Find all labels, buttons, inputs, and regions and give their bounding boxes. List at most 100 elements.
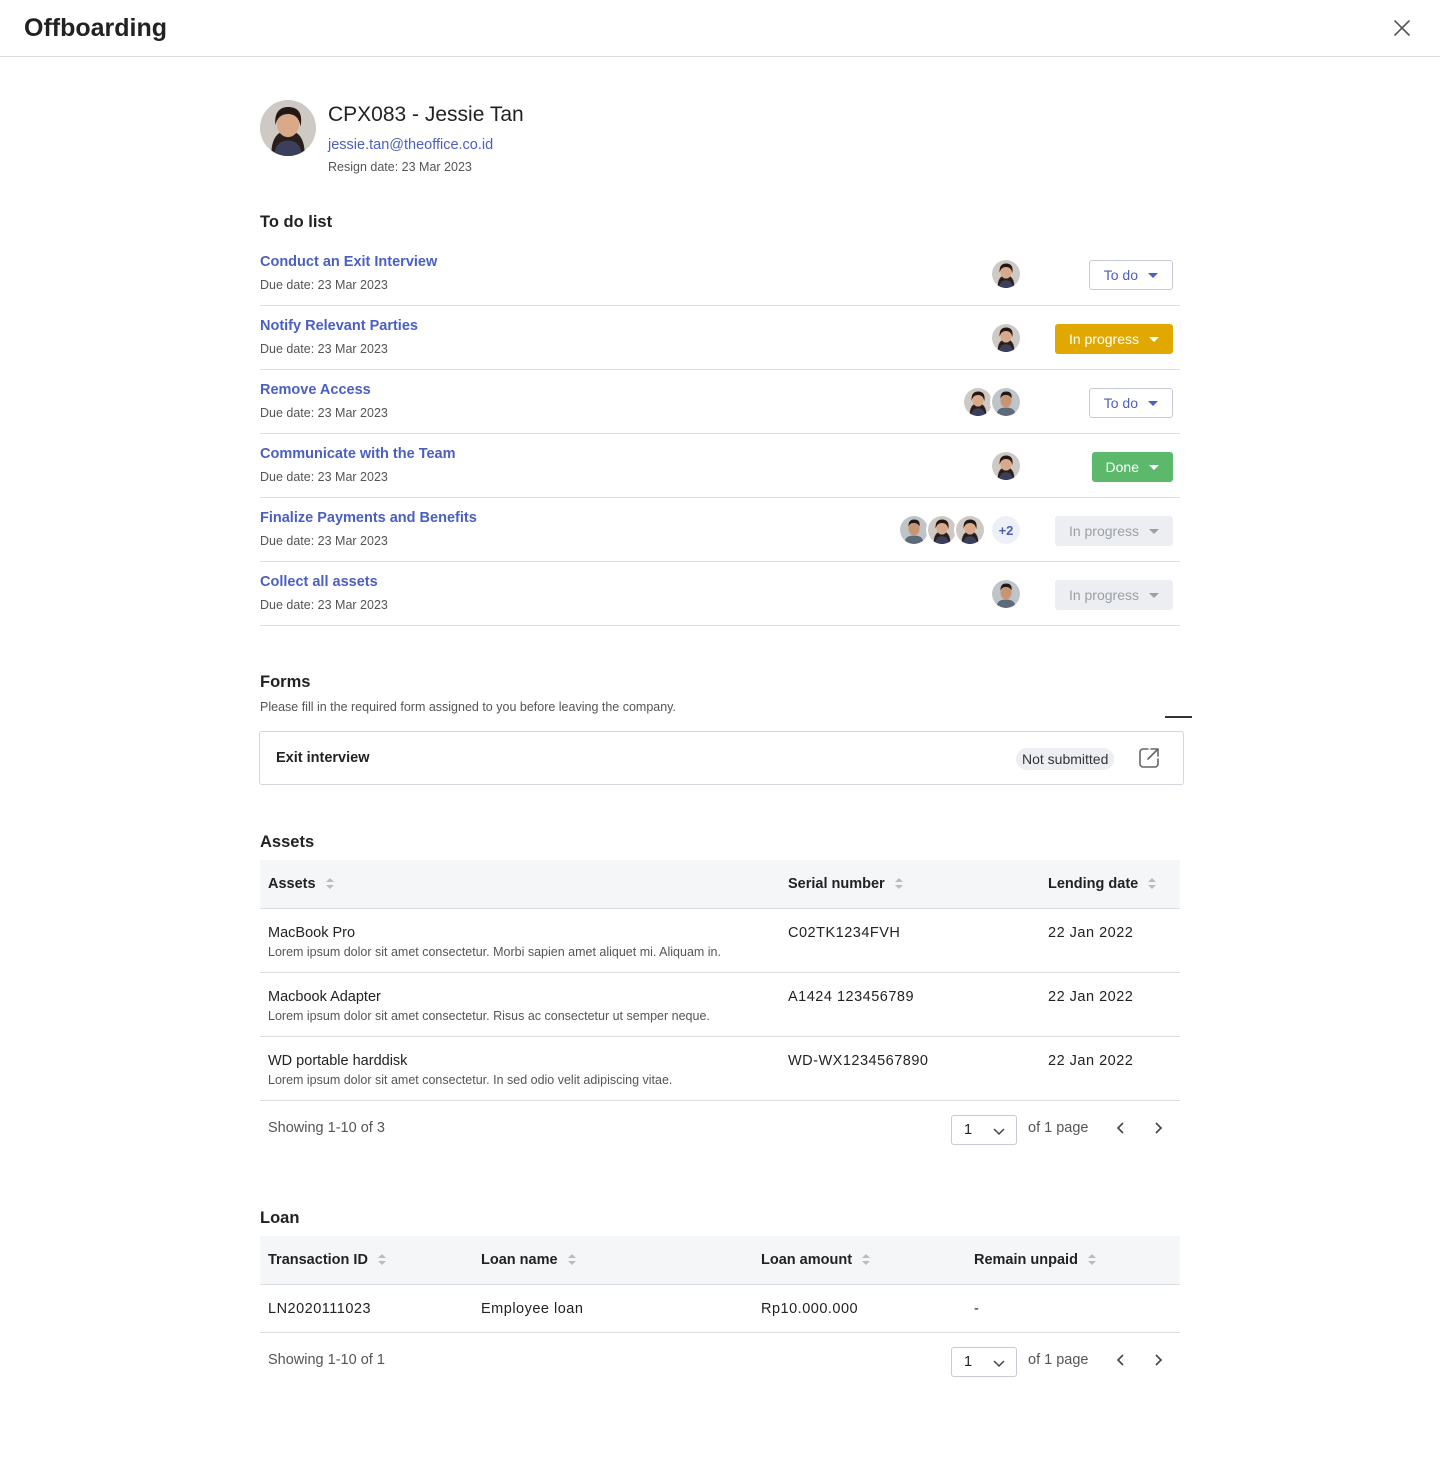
table-row: LN2020111023 Employee loan Rp10.000.000 …: [260, 1284, 1180, 1333]
sort-icon[interactable]: [862, 1253, 871, 1267]
asset-cell: MacBook Pro Lorem ipsum dolor sit amet c…: [260, 908, 780, 973]
todo-due-date: Due date: 23 Mar 2023: [260, 278, 388, 292]
column-label: Lending date: [1048, 875, 1139, 892]
serial-number-cell: WD-WX1234567890: [780, 1036, 1040, 1101]
chevron-right-icon[interactable]: [1150, 1352, 1166, 1368]
status-dropdown[interactable]: To do: [1088, 260, 1173, 290]
lending-date-cell: 22 Jan 2022: [1040, 1036, 1180, 1101]
sort-icon[interactable]: [1087, 1253, 1096, 1267]
header-bar: Offboarding: [0, 0, 1440, 57]
resign-date: Resign date: 23 Mar 2023: [328, 160, 472, 174]
todo-item: Collect all assets Due date: 23 Mar 2023…: [260, 562, 1180, 626]
column-label: Serial number: [788, 875, 885, 892]
status-dropdown[interactable]: To do: [1088, 388, 1173, 418]
page-total: of 1 page: [1028, 1120, 1089, 1136]
remain-unpaid-cell: -: [966, 1284, 1180, 1333]
forms-description: Please fill in the required form assigne…: [260, 700, 676, 714]
status-dropdown[interactable]: Done: [1091, 452, 1173, 482]
assets-pagination: Showing 1-10 of 3 1 of 1 page: [260, 1100, 1180, 1160]
table-row: Macbook Adapter Lorem ipsum dolor sit am…: [260, 972, 1180, 1037]
caret-down-icon: [1149, 464, 1159, 470]
column-header-serial-number[interactable]: Serial number: [780, 860, 1040, 909]
avatar: [990, 322, 1022, 354]
sort-icon[interactable]: [377, 1253, 386, 1267]
todo-due-date: Due date: 23 Mar 2023: [260, 598, 388, 612]
todo-title-link[interactable]: Communicate with the Team: [260, 446, 456, 462]
status-dropdown[interactable]: In progress: [1054, 516, 1173, 546]
status-label: In progress: [1068, 523, 1139, 539]
todo-title-link[interactable]: Notify Relevant Parties: [260, 318, 418, 334]
assignee-avatars: [962, 386, 1022, 418]
sort-icon[interactable]: [1148, 877, 1157, 891]
divider: [1165, 716, 1192, 718]
assets-table: Assets Serial number Lending date MacBoo…: [260, 860, 1180, 1101]
todo-item: Finalize Payments and Benefits Due date:…: [260, 498, 1180, 562]
avatar: [260, 100, 316, 156]
todo-item: Conduct an Exit Interview Due date: 23 M…: [260, 242, 1180, 306]
assignee-avatars: +2: [898, 514, 1022, 546]
lending-date-cell: 22 Jan 2022: [1040, 972, 1180, 1037]
assignee-avatars: [990, 450, 1022, 482]
caret-down-icon: [1149, 592, 1159, 598]
avatar: [990, 258, 1022, 290]
employee-email-link[interactable]: jessie.tan@theoffice.co.id: [328, 137, 493, 153]
sort-icon[interactable]: [894, 877, 903, 891]
asset-name: Macbook Adapter: [268, 988, 381, 1005]
avatar: [990, 578, 1022, 610]
column-header-transaction-id[interactable]: Transaction ID: [260, 1236, 473, 1285]
chevron-left-icon[interactable]: [1113, 1120, 1129, 1136]
column-header-loan-amount[interactable]: Loan amount: [753, 1236, 966, 1285]
todo-title-link[interactable]: Finalize Payments and Benefits: [260, 510, 477, 526]
page-number: 1: [964, 1354, 973, 1370]
close-icon[interactable]: [1390, 16, 1414, 40]
external-link-icon[interactable]: [1136, 745, 1162, 771]
status-badge: Not submitted: [1016, 748, 1115, 770]
status-dropdown[interactable]: In progress: [1054, 580, 1173, 610]
loan-amount-cell: Rp10.000.000: [753, 1284, 966, 1333]
asset-description: Lorem ipsum dolor sit amet consectetur. …: [268, 944, 721, 959]
status-label: To do: [1103, 395, 1138, 411]
sort-icon[interactable]: [325, 877, 334, 891]
asset-name: MacBook Pro: [268, 924, 356, 941]
chevron-down-icon: [993, 1128, 1005, 1136]
assignee-avatars: [990, 322, 1022, 354]
status-label: In progress: [1068, 587, 1139, 603]
employee-profile: CPX083 - Jessie Tan jessie.tan@theoffice…: [260, 100, 860, 180]
asset-name: WD portable harddisk: [268, 1052, 408, 1069]
page-select[interactable]: 1: [951, 1347, 1017, 1377]
column-label: Remain unpaid: [974, 1251, 1078, 1268]
lending-date-cell: 22 Jan 2022: [1040, 908, 1180, 973]
column-header-lending-date[interactable]: Lending date: [1040, 860, 1180, 909]
todo-due-date: Due date: 23 Mar 2023: [260, 406, 388, 420]
status-dropdown[interactable]: In progress: [1054, 324, 1173, 354]
more-assignees-badge[interactable]: +2: [990, 514, 1022, 546]
page-select[interactable]: 1: [951, 1115, 1017, 1145]
status-label: To do: [1103, 267, 1138, 283]
table-row: MacBook Pro Lorem ipsum dolor sit amet c…: [260, 908, 1180, 973]
column-header-remain-unpaid[interactable]: Remain unpaid: [966, 1236, 1180, 1285]
chevron-right-icon[interactable]: [1150, 1120, 1166, 1136]
sort-icon[interactable]: [567, 1253, 576, 1267]
column-header-loan-name[interactable]: Loan name: [473, 1236, 753, 1285]
todo-section-title: To do list: [260, 213, 333, 231]
asset-description: Lorem ipsum dolor sit amet consectetur. …: [268, 1008, 710, 1023]
caret-down-icon: [1148, 400, 1158, 406]
todo-title-link[interactable]: Remove Access: [260, 382, 371, 398]
caret-down-icon: [1149, 528, 1159, 534]
todo-title-link[interactable]: Collect all assets: [260, 574, 378, 590]
table-header-row: Transaction ID Loan name Loan amount Rem…: [260, 1236, 1180, 1285]
loan-table: Transaction ID Loan name Loan amount Rem…: [260, 1236, 1180, 1333]
column-label: Assets: [268, 875, 316, 892]
form-card-exit-interview[interactable]: Exit interview Not submitted: [259, 731, 1184, 785]
todo-item: Remove Access Due date: 23 Mar 2023 To d…: [260, 370, 1180, 434]
transaction-id-cell: LN2020111023: [260, 1284, 473, 1333]
todo-title-link[interactable]: Conduct an Exit Interview: [260, 254, 437, 270]
table-row: WD portable harddisk Lorem ipsum dolor s…: [260, 1036, 1180, 1101]
column-header-assets[interactable]: Assets: [260, 860, 780, 909]
asset-description: Lorem ipsum dolor sit amet consectetur. …: [268, 1072, 673, 1087]
avatar: [954, 514, 986, 546]
loan-section-title: Loan: [260, 1209, 300, 1227]
asset-cell: Macbook Adapter Lorem ipsum dolor sit am…: [260, 972, 780, 1037]
caret-down-icon: [1148, 272, 1158, 278]
chevron-left-icon[interactable]: [1113, 1352, 1129, 1368]
